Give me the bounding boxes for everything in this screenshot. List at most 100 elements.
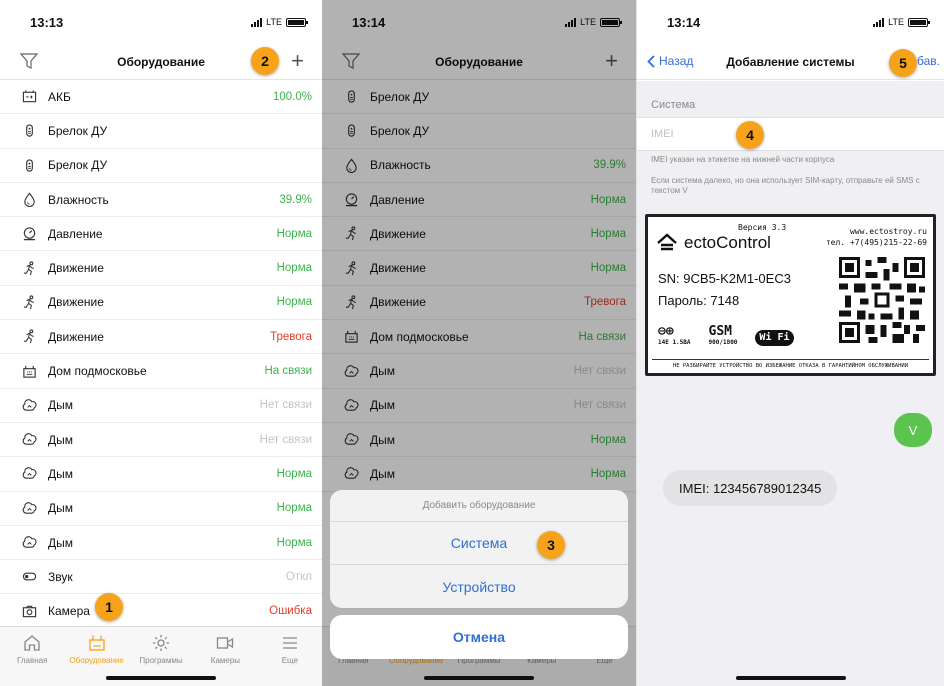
filter-icon[interactable] [19,52,39,75]
signal-icon [873,17,885,27]
equipment-row[interactable]: Движение Тревога [0,320,322,355]
equipment-status: Нет связи [259,433,312,446]
imei-hint: IMEI указан на этикетке на нижней части … [651,155,835,164]
pressure-icon [20,225,38,243]
tab-label: Еще [281,656,298,665]
smoke-icon [20,396,38,414]
wifi-spec: Wi Fi [755,330,794,346]
equipment-row[interactable]: Брелок ДУ [0,114,322,149]
motion-icon [20,259,38,277]
status-indicators: LTE [251,17,308,27]
equipment-status: 100.0% [272,90,312,103]
equipment-row[interactable]: АКБ 100.0% [0,80,322,115]
equipment-row[interactable]: Звук Откл [0,560,322,595]
equipment-list: АКБ 100.0% Брелок ДУ Брелок ДУ Влажность 39.9… [0,80,322,629]
equipment-row[interactable]: Дым Нет связи [0,389,322,423]
qr-code-icon [839,257,925,343]
label-serial: SN: 9CB5-K2M1-0EC3 [658,271,791,286]
equipment-row[interactable]: Дом подмосковье На связи [0,354,322,389]
equipment-name: Движение [48,329,104,344]
equipment-row[interactable]: Давление Норма [0,217,322,252]
tab-home[interactable]: Главная [0,627,64,686]
status-time: 13:13 [30,14,64,30]
equipment-status: Норма [276,296,312,309]
equipment-name: Движение [48,295,104,310]
tab-label: Программы [139,656,183,665]
status-indicators: LTE [873,17,930,27]
equipment-name: Дым [48,398,74,413]
label-phone: тел. +7(495)215-22-69 [825,238,927,247]
signal-icon [251,17,263,27]
keyfob-icon [20,156,38,174]
equipment-status: Норма [276,262,312,275]
equipment-row[interactable]: Брелок ДУ [0,149,322,183]
plus-icon[interactable]: + [291,48,304,74]
sms-outgoing-bubble: V [894,413,932,447]
equipment-row[interactable]: Движение Норма [0,251,322,286]
equipment-name: Звук [48,569,73,584]
equipment-name: Влажность [48,192,109,207]
house-icon [20,362,38,380]
equipment-status: Откл [285,570,312,583]
cancel-button[interactable]: Отмена [330,615,628,659]
back-button[interactable]: Назад [647,54,693,68]
programs-icon [150,633,172,653]
house-logo-icon [657,233,677,251]
add-button[interactable]: бав. [917,54,940,68]
equipment-status: Норма [276,536,312,549]
battery-status-icon [908,17,930,27]
equipment-status: 39.9% [279,193,312,206]
equipment-status: Норма [276,502,312,515]
sms-hint: Если система далеко, но она использует S… [651,176,920,195]
equipment-status: Нет связи [259,399,312,412]
smoke-icon [20,431,38,449]
tab-menu[interactable]: Еще [258,627,322,686]
power-spec-text: 14Е 1.5ВА [658,339,691,346]
equipment-name: Дым [48,432,74,447]
power-icon: ⊖⊕ [658,324,674,339]
equipment-row[interactable]: Дым Норма [0,526,322,561]
chevron-left-icon [647,54,655,68]
equipment-name: АКБ [48,89,71,104]
label-password: Пароль: 7148 [658,293,740,308]
sms-incoming-bubble: IMEI: 123456789012345 [663,470,838,506]
status-bar: 13:13 LTE [0,0,322,44]
smoke-icon [20,534,38,552]
label-warning: НЕ РАЗБИРАЙТЕ УСТРОЙСТВО ВО ИЗБЕЖАНИЕ ОТ… [652,359,929,369]
battery-icon [20,88,38,106]
equipment-name: Дом подмосковье [48,364,147,379]
camera-icon [20,602,38,620]
imei-field[interactable] [637,117,944,151]
equipment-row[interactable]: Влажность 39.9% [0,183,322,218]
equipment-status: Норма [276,467,312,480]
equipment-screen: 13:13 LTE Оборудование + АКБ 100.0% Брелок… [0,0,322,686]
equipment-name: Брелок ДУ [48,123,108,138]
label-site: www.ectostroy.ru [849,227,927,236]
equipment-name: Дым [48,535,74,550]
equipment-row[interactable]: Движение Норма [0,286,322,321]
motion-icon [20,328,38,346]
add-device-option[interactable]: Устройство [330,565,628,608]
screens-collage: 13:13 LTE Оборудование + АКБ 100.0% Брелок… [0,0,944,686]
tab-label: Оборудование [69,656,124,665]
brand-logo: ectoControl [656,233,771,253]
add-system-option[interactable]: Система [330,522,628,565]
equipment-add-sheet-screen: 13:14 LTE Оборудование + Брелок ДУ Брелок… [322,0,636,686]
sound-icon [20,568,38,586]
status-bar: 13:14 LTE [637,0,944,44]
step-badge-1: 1 [95,593,123,621]
equipment-row[interactable]: Дым Норма [0,492,322,526]
action-sheet-title: Добавить оборудование [330,490,628,522]
equipment-row[interactable]: Дым Нет связи [0,423,322,458]
label-icons: ⊖⊕ 14Е 1.5ВА GSM 900/1800 Wi Fi [658,325,794,346]
equipment-row[interactable]: Камера Ошибка [0,594,322,629]
equipment-name: Движение [48,261,104,276]
equipment-name: Давление [48,226,103,241]
equipment-row[interactable]: Дым Норма [0,457,322,492]
equipment-name: Камера [48,604,90,619]
form-area: Система IMEI указан на этикетке на нижне… [637,81,944,686]
step-badge-5: 5 [889,49,917,77]
add-equipment-action-sheet: Добавить оборудование Система Устройство [330,490,628,608]
gsm-spec-text: 900/1800 [708,339,738,346]
power-spec: ⊖⊕ 14Е 1.5ВА [658,324,691,347]
